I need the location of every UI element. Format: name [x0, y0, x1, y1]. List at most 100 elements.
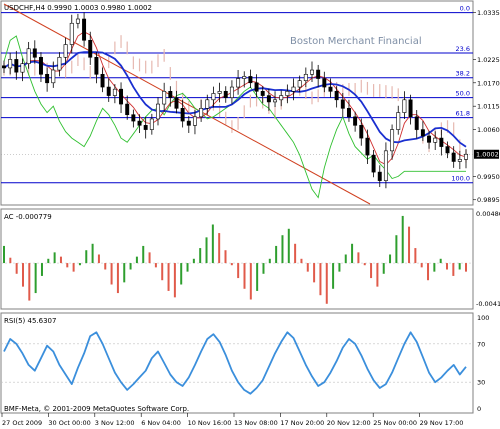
fib-level-label: 100.0 [451, 175, 470, 183]
candle-body [433, 137, 438, 143]
candle-body [168, 91, 173, 98]
price-panel: 0.0 23.6 38.2 50.0 61.8 100.0 USDCHF,H4 0.999… [0, 0, 500, 206]
candle-body [217, 91, 222, 94]
ac-panel-title: AC -0.000779 [4, 213, 52, 221]
price-panel-title: USDCHF,H4 0.9990 1.0003 0.9980 1.0002 [4, 4, 152, 12]
candle-body [285, 91, 290, 96]
y-tick-label: 0.9895 [477, 196, 500, 204]
current-price-label: 1.0002 [476, 151, 499, 159]
rsi-y-tick-label: 30 [477, 379, 485, 387]
candle-body [94, 56, 99, 75]
candle-body [156, 103, 160, 120]
candle-body [75, 18, 80, 24]
ac-y-tick-label: 0.004865 [476, 210, 500, 218]
candle-body [20, 63, 25, 73]
fib-level-label: 0.0 [460, 5, 470, 13]
candle-body [273, 99, 278, 103]
candle-body [414, 116, 419, 130]
chart-canvas: 0.0 23.6 38.2 50.0 61.8 100.0 USDCHF,H4 0.999… [0, 0, 500, 427]
candle-body [322, 78, 327, 88]
candle-body [57, 56, 62, 71]
chart-window: 0.0 23.6 38.2 50.0 61.8 100.0 USDCHF,H4 0.999… [0, 0, 500, 429]
candle-body [279, 95, 284, 101]
candle-body [38, 56, 43, 75]
candle-body [242, 76, 247, 79]
candle-body [377, 171, 382, 181]
candle-body [346, 108, 351, 118]
candle-body [445, 146, 450, 154]
candle-body [248, 76, 253, 84]
candle-body [192, 116, 197, 126]
candle-body [119, 88, 124, 105]
rsi-y-tick-label: 0 [477, 405, 481, 413]
x-tick-label: 30 Oct 00:00 [48, 419, 90, 427]
candle-body [51, 69, 56, 84]
candle-body [63, 44, 68, 58]
candle-body [112, 88, 117, 96]
rsi-panel-title: RSI(5) 45.6307 [4, 317, 56, 325]
candle-body [353, 116, 358, 126]
fib-level-label: 38.2 [456, 70, 470, 78]
current-price-box: 1.0002 [474, 149, 499, 159]
candle-body [260, 91, 265, 96]
candle-body [390, 129, 395, 152]
candle-body [236, 78, 241, 88]
candle-body [143, 125, 148, 130]
candle-body [427, 135, 432, 143]
rsi-panel: RSI(5) 45.6307 BMF-Meta, © 2001-2009 Met… [0, 312, 489, 414]
candle-body [8, 59, 13, 69]
ac-panel: AC -0.000779 0.004865 -0.00410 [0, 208, 500, 310]
candle-body [199, 108, 204, 118]
x-tick-label: 29 Nov 17:00 [420, 419, 464, 427]
candle-body [316, 69, 321, 79]
y-tick-label: 1.0060 [477, 126, 500, 134]
x-tick-label: 6 Nov 04:00 [141, 419, 181, 427]
candle-body [106, 86, 111, 96]
candle-body [297, 80, 302, 88]
candle-body [125, 103, 130, 115]
candle-body [100, 73, 105, 88]
candle-body [180, 108, 185, 122]
candle-body [229, 86, 234, 98]
candle-body [371, 154, 376, 173]
candle-body [69, 22, 74, 45]
candle-body [88, 39, 93, 58]
candle-body [310, 69, 314, 75]
x-tick-label: 3 Nov 12:00 [95, 419, 135, 427]
candle-body [408, 99, 413, 118]
candle-body [82, 18, 87, 41]
candle-body [334, 91, 339, 101]
candle-body [174, 97, 179, 109]
candle-body [464, 153, 468, 160]
candle-body [205, 99, 210, 109]
candle-body [26, 48, 31, 64]
x-tick-label: 17 Nov 20:00 [280, 419, 324, 427]
candle-body [45, 73, 50, 84]
candle-body [457, 159, 462, 162]
candle-body [340, 99, 345, 109]
candle-body [328, 86, 333, 92]
rsi-panel-frame [0, 312, 474, 414]
candle-body [451, 152, 456, 162]
ac-y-tick-label: -0.00410 [476, 300, 500, 308]
candle-body [420, 129, 425, 137]
y-tick-label: 1.0225 [477, 56, 500, 64]
y-tick-label: 1.0335 [477, 9, 500, 17]
y-tick-label: 1.0115 [477, 103, 500, 111]
candle-body [162, 91, 167, 105]
candle-body [2, 65, 6, 69]
x-tick-label: 20 Nov 12:00 [327, 419, 371, 427]
candle-body [32, 48, 37, 58]
candle-body [137, 120, 142, 126]
x-tick-label: 10 Nov 16:00 [188, 419, 232, 427]
x-axis: 27 Oct 2009 30 Oct 00:00 3 Nov 12:00 6 Nov … [1, 413, 464, 427]
candle-body [223, 91, 228, 98]
candle-body [266, 95, 271, 103]
candle-body [402, 99, 407, 113]
candle-body [365, 137, 370, 156]
candle-body [396, 112, 401, 130]
candle-body [131, 114, 136, 122]
candle-body [383, 150, 388, 181]
x-tick-label: 25 Nov 00:00 [373, 419, 417, 427]
watermark: Boston Merchant Financial [290, 36, 422, 47]
